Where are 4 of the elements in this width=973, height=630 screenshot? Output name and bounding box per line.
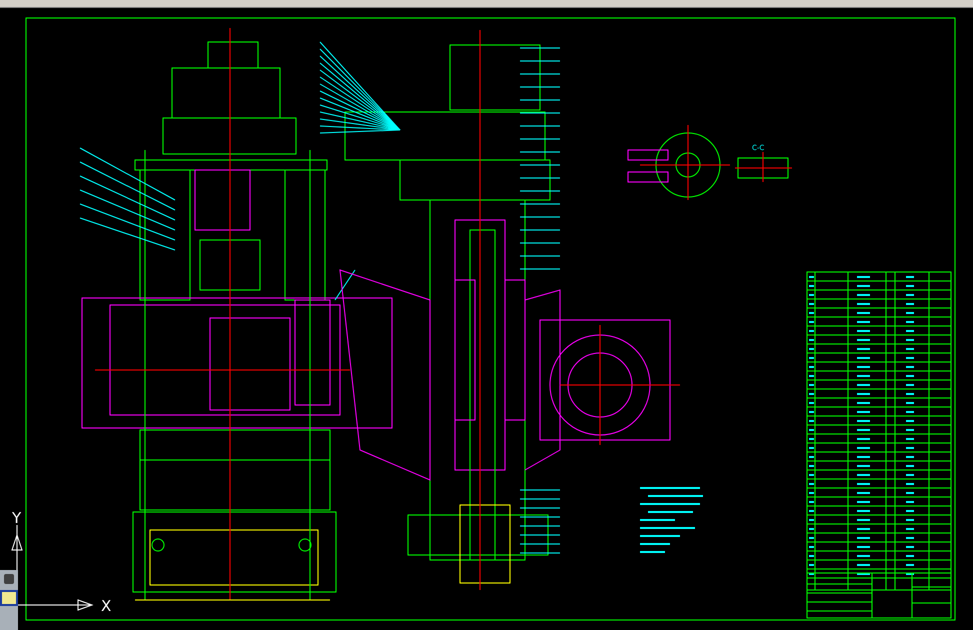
- ucs-icon: [11, 524, 94, 611]
- window-icon[interactable]: [0, 590, 18, 606]
- y-axis-label: Y: [12, 509, 22, 527]
- x-axis-label: X: [101, 597, 112, 615]
